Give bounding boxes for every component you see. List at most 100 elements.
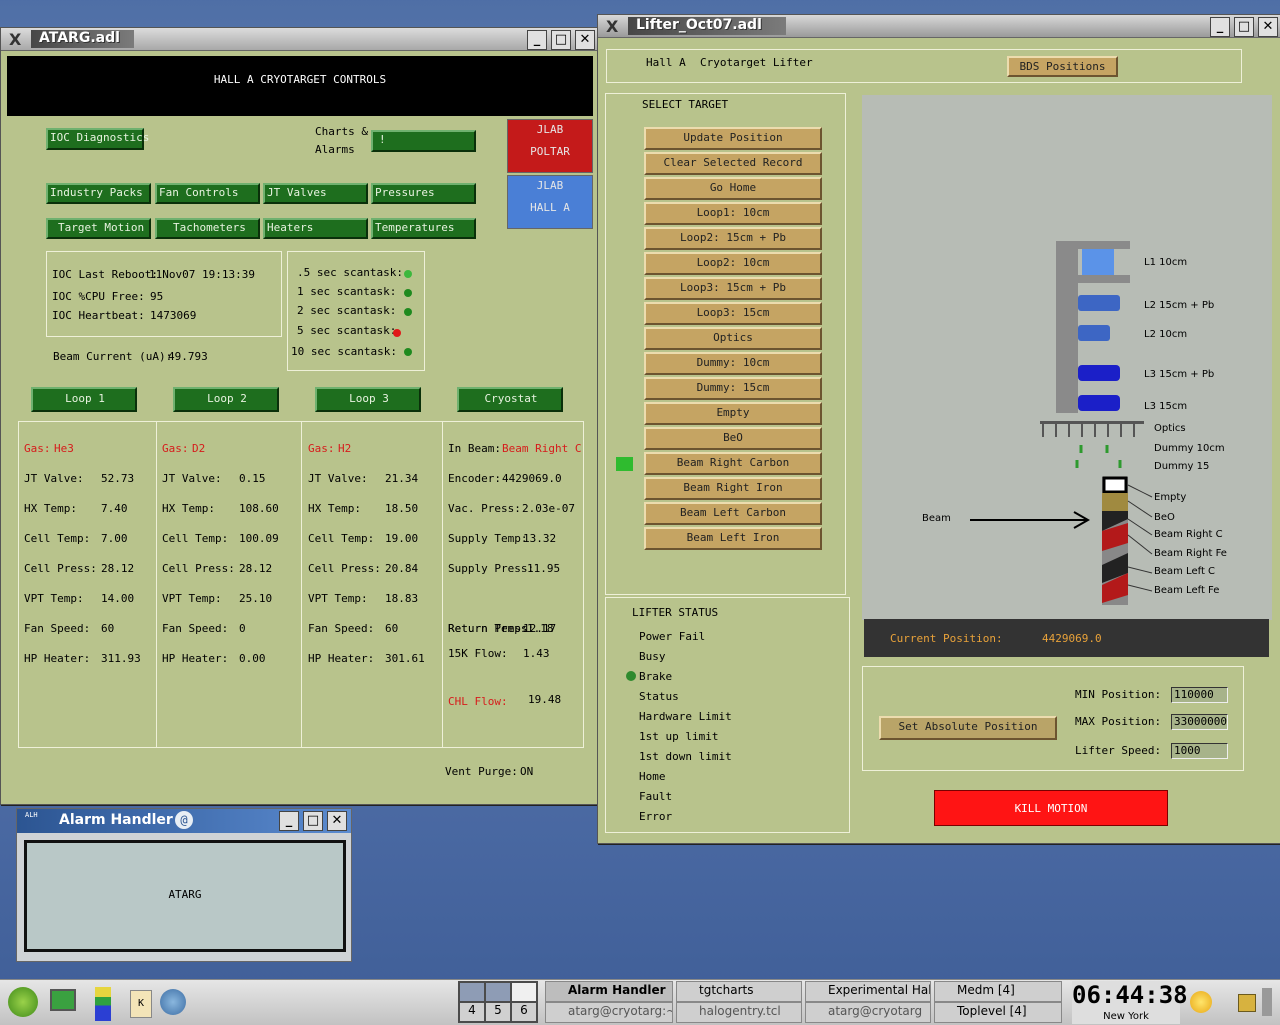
task-toplevel[interactable]: Toplevel [4] [934,1002,1062,1023]
close-icon[interactable]: ✕ [575,30,595,50]
target-button[interactable]: Loop3: 15cm [644,302,822,325]
lifter-window: X Lifter_Oct07.adl _ □ ✕ Hall A Cryotarg… [597,14,1280,844]
gas-label: Gas: [162,442,189,455]
vent-purge-value: ON [520,765,534,778]
target-button[interactable]: Beam Right Carbon [644,452,822,475]
gas-value: D2 [192,442,206,455]
pager-cell[interactable] [460,983,484,1001]
jt-valves-button[interactable]: JT Valves [263,183,368,204]
close-icon[interactable]: ✕ [327,811,347,831]
logout-icon[interactable] [1262,988,1272,1016]
task-label: halogentry.tcl [699,1004,781,1018]
task-medm[interactable]: Medm [4] [934,981,1062,1002]
kill-motion-button[interactable]: KILL MOTION [934,790,1168,826]
ioc-diagnostics-button[interactable]: IOC Diagnostics [46,128,149,150]
weather-sun-icon[interactable] [1190,991,1212,1013]
target-button[interactable]: Update Position [644,127,822,150]
row-label: Cell Temp: [308,532,375,545]
minimize-icon[interactable]: _ [527,30,547,50]
pager-cell[interactable] [486,983,510,1001]
browser-globe-icon[interactable] [160,989,186,1015]
pressures-button[interactable]: Pressures [371,183,476,204]
task-halogentry[interactable]: halogentry.tcl [676,1002,802,1023]
task-experimental-hall[interactable]: Experimental Hall [805,981,931,1002]
target-button[interactable]: Loop2: 15cm + Pb [644,227,822,250]
temperatures-button[interactable]: Temperatures [371,218,476,239]
loop-2-button[interactable]: Loop 2 [173,387,279,412]
bds-positions-button[interactable]: BDS Positions [1007,56,1118,77]
monitor-icon[interactable] [50,989,76,1011]
loop3-value: 19.00 [385,532,419,545]
desktop-5[interactable]: 5 [486,1003,510,1021]
industry-packs-button[interactable]: Industry Packs [46,183,151,204]
gas-label: Gas: [308,442,335,455]
charts-alarms-button[interactable]: ! [371,130,476,152]
suse-logo-icon[interactable] [8,987,38,1017]
office-icon[interactable]: K [130,990,152,1018]
task-alarm-handler[interactable]: Alarm Handler [545,981,673,1002]
minimize-icon[interactable]: _ [1210,17,1230,37]
loop1-value: 7.00 [101,532,128,545]
target-button[interactable]: Dummy: 15cm [644,377,822,400]
clock[interactable]: 06:44:38 New York [1072,981,1188,1024]
l1-target-cell [1082,249,1114,275]
desktop-pager[interactable]: 4 5 6 [458,981,538,1023]
target-button[interactable]: Optics [644,327,822,350]
target-button[interactable]: BeO [644,427,822,450]
status-item: Home [639,770,666,783]
maximize-icon[interactable]: □ [551,30,571,50]
target-button[interactable]: Beam Left Carbon [644,502,822,525]
target-button[interactable]: Empty [644,402,822,425]
minimize-icon[interactable]: _ [279,811,299,831]
target-button[interactable]: Loop2: 10cm [644,252,822,275]
target-button[interactable]: Loop1: 10cm [644,202,822,225]
max-position-input[interactable]: 33000000 [1171,714,1228,730]
lifter-frame [1056,275,1130,283]
panel-monitor-icon[interactable] [95,987,111,1021]
min-position-input[interactable]: 110000 [1171,687,1228,703]
pager-cell[interactable] [512,983,536,1001]
maximize-icon[interactable]: □ [303,811,323,831]
desktop-4[interactable]: 4 [460,1003,484,1021]
chl-flow-value: 19.48 [528,693,562,706]
jlab-halla-button[interactable]: JLAB HALL A [507,175,593,229]
ioc-reboot-value: 11Nov07 19:13:39 [149,268,255,281]
target-motion-button[interactable]: Target Motion [46,218,151,239]
loop-1-button[interactable]: Loop 1 [31,387,137,412]
task-atarg-terminal-2[interactable]: atarg@cryotarg [805,1002,931,1023]
close-icon[interactable]: ✕ [1258,17,1278,37]
cryostat-label: Return Press: [448,622,535,635]
target-button[interactable]: Beam Right Iron [644,477,822,500]
heaters-button[interactable]: Heaters [263,218,368,239]
lifter-speed-label: Lifter Speed: [1075,744,1162,757]
target-button[interactable]: Dummy: 10cm [644,352,822,375]
ioc-heartbeat-label: IOC Heartbeat: [52,309,145,322]
fan-controls-button[interactable]: Fan Controls [155,183,260,204]
alarm-titlebar[interactable]: ALH Alarm Handler @ _ □ ✕ [17,809,351,833]
loop3-value: 20.84 [385,562,419,575]
task-tgtcharts[interactable]: tgtcharts [676,981,802,1002]
target-button[interactable]: Clear Selected Record [644,152,822,175]
target-button[interactable]: Loop3: 15cm + Pb [644,277,822,300]
target-button[interactable]: Go Home [644,177,822,200]
cryostat-label: Vac. Press: [448,502,521,515]
cryostat-button[interactable]: Cryostat [457,387,563,412]
maximize-icon[interactable]: □ [1234,17,1254,37]
atarg-titlebar[interactable]: X ATARG.adl _ □ ✕ [1,28,597,51]
set-absolute-position-button[interactable]: Set Absolute Position [879,716,1057,740]
target-button[interactable]: Beam Left Iron [644,527,822,550]
atarg-alarm-button[interactable]: ATARG [24,840,346,952]
l2-target-cell [1078,295,1120,311]
task-atarg-terminal[interactable]: atarg@cryotarg:~ [545,1002,673,1023]
desktop-6[interactable]: 6 [512,1003,536,1021]
tachometers-button[interactable]: Tachometers [155,218,260,239]
vent-purge-label: Vent Purge: [445,765,518,778]
row-label: VPT Temp: [162,592,222,605]
loop-3-button[interactable]: Loop 3 [315,387,421,412]
chl-flow-label: CHL Flow: [448,695,508,708]
lifter-titlebar[interactable]: X Lifter_Oct07.adl _ □ ✕ [598,15,1280,38]
loop3-value: 18.50 [385,502,419,515]
jlab-poltar-button[interactable]: JLAB POLTAR [507,119,593,173]
lock-icon[interactable] [1238,994,1256,1012]
lifter-speed-input[interactable]: 1000 [1171,743,1228,759]
